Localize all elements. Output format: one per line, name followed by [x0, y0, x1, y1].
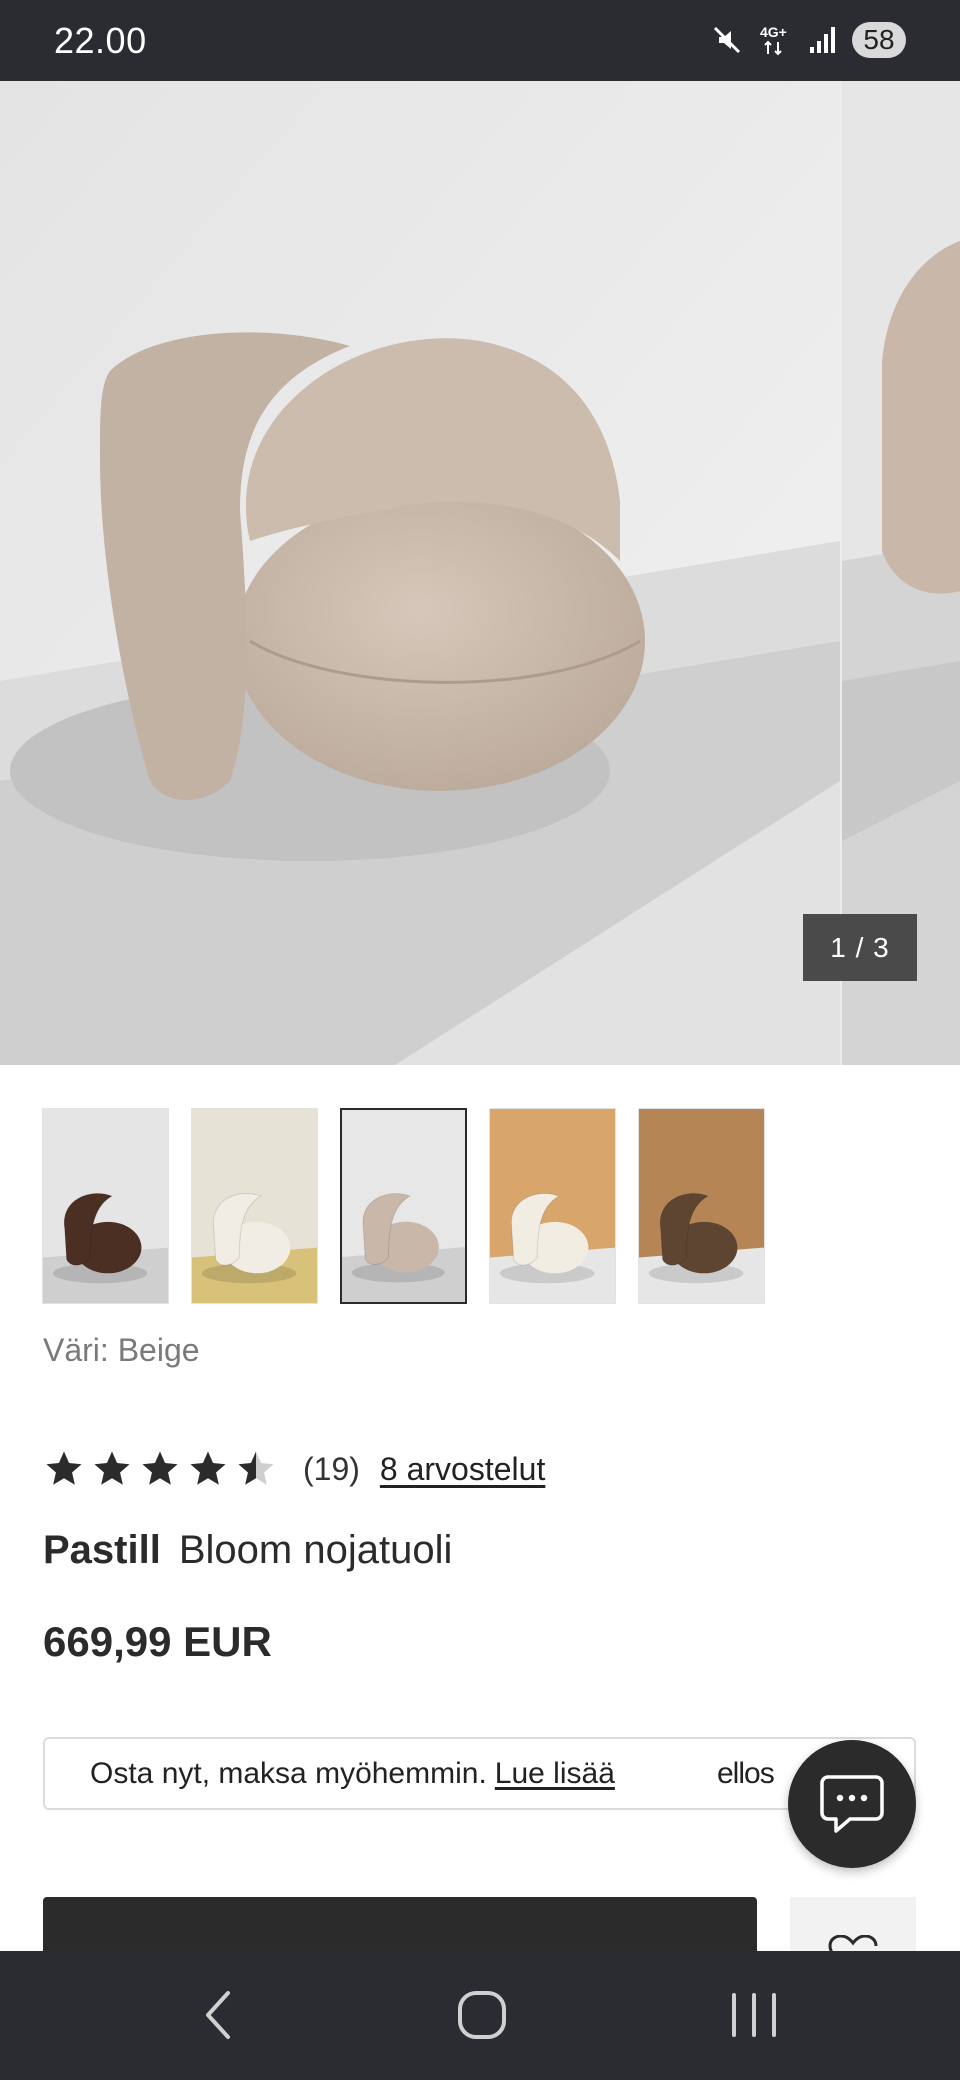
image-counter: 1 / 3: [803, 914, 917, 981]
reviews-link[interactable]: 8 arvostelut: [380, 1451, 545, 1488]
status-icons: 4G+ 58: [710, 18, 906, 62]
color-thumbnail-cream-yellow[interactable]: [191, 1108, 318, 1304]
chat-button[interactable]: [788, 1740, 916, 1868]
status-bar: 22.00 4G+ 58: [0, 0, 960, 81]
star-icon: [190, 1451, 226, 1485]
thumbnail-image: [490, 1109, 615, 1303]
star-rating: [43, 1448, 277, 1490]
color-thumbnail-brown[interactable]: [42, 1108, 169, 1304]
ellos-logo: ellos: [717, 1757, 775, 1790]
system-navigation-bar: [0, 1951, 960, 2080]
product-brand: Pastill: [43, 1528, 161, 1572]
network-4g-icon: 4G+: [758, 23, 794, 57]
read-more-link[interactable]: Lue lisää: [495, 1757, 615, 1790]
rating-row: (19) 8 arvostelut: [43, 1444, 545, 1494]
thumbnail-image: [43, 1109, 168, 1303]
rating-count: (19): [303, 1450, 360, 1487]
product-image-carousel[interactable]: 1 / 3: [0, 81, 960, 1065]
nav-recents-button[interactable]: [724, 1985, 784, 2045]
mute-icon: [710, 23, 744, 57]
color-thumbnail-beige[interactable]: [340, 1108, 467, 1304]
star-icon: [238, 1451, 274, 1485]
home-icon: [452, 1985, 512, 2045]
svg-text:4G+: 4G+: [760, 24, 787, 40]
pay-later-banner: Osta nyt, maksa myöhemmin. Lue lisää ello…: [43, 1737, 916, 1810]
color-thumbnail-brown-orange[interactable]: [638, 1108, 765, 1304]
nav-back-button[interactable]: [190, 1985, 250, 2045]
star-icon: [142, 1451, 178, 1485]
product-name: Bloom nojatuoli: [178, 1528, 453, 1572]
battery-icon: 58: [852, 22, 906, 58]
signal-icon: [808, 25, 838, 55]
product-title: Pastill Bloom nojatuoli: [43, 1528, 452, 1573]
color-thumbnail-cream-orange[interactable]: [489, 1108, 616, 1304]
thumbnail-image: [639, 1109, 764, 1303]
recents-icon: [724, 1985, 784, 2045]
product-image: [0, 81, 840, 1065]
pay-later-message: Osta nyt, maksa myöhemmin.: [90, 1757, 487, 1790]
pay-later-text: Osta nyt, maksa myöhemmin. Lue lisää: [90, 1757, 615, 1791]
star-icon: [46, 1451, 82, 1485]
nav-home-button[interactable]: [452, 1985, 512, 2045]
color-thumbnails: [42, 1108, 765, 1304]
thumbnail-image: [192, 1109, 317, 1303]
star-icon: [94, 1451, 130, 1485]
thumbnail-image: [342, 1110, 465, 1302]
back-icon: [190, 1985, 250, 2045]
status-time: 22.00: [54, 20, 147, 61]
product-price: 669,99 EUR: [43, 1618, 272, 1665]
color-label: Väri: Beige: [43, 1332, 200, 1368]
